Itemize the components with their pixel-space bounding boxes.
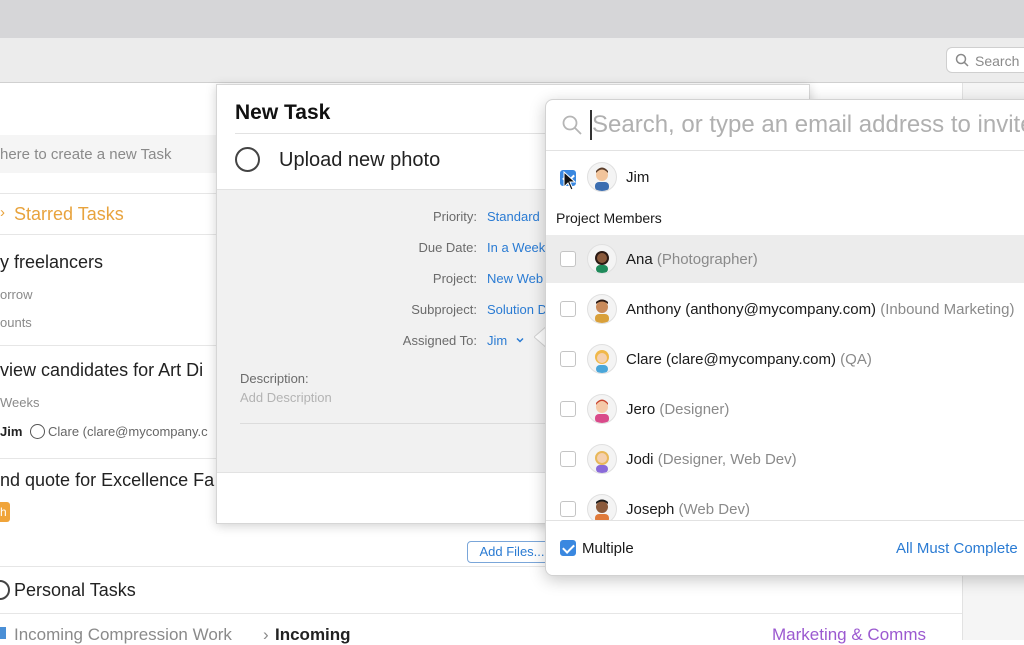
invite-search-input[interactable]: [592, 108, 1024, 142]
member-role: (Designer, Web Dev): [657, 451, 797, 468]
member-row-jodi[interactable]: Jodi (Designer, Web Dev): [546, 435, 1024, 483]
project-label: Project:: [432, 271, 477, 286]
priority-label: Priority:: [432, 209, 477, 224]
task-title: view candidates for Art Di: [0, 360, 204, 380]
subproject-value[interactable]: Solution D: [487, 302, 547, 317]
toolbar: [0, 38, 1024, 83]
member-role: (QA): [840, 351, 872, 368]
member-name: Jero: [626, 401, 656, 418]
project-tag[interactable]: Marketing & Comms: [772, 625, 926, 645]
due-date-label: Due Date:: [418, 240, 477, 255]
list-divider: [0, 458, 230, 459]
dialog-title: New Task: [235, 101, 331, 124]
starred-tasks-header[interactable]: › Starred Tasks: [0, 193, 230, 235]
search-placeholder: Search: [975, 53, 1020, 69]
member-checkbox[interactable]: [560, 251, 576, 267]
member-checkbox[interactable]: [560, 351, 576, 367]
member-role: (Inbound Marketing): [880, 301, 1015, 318]
all-must-complete-button[interactable]: All Must Complete: [896, 540, 1018, 557]
description-field[interactable]: Add Description: [240, 390, 332, 405]
mouse-cursor-icon: [563, 170, 577, 196]
task-assignee: Jim: [0, 424, 23, 439]
popover-search-bar: [546, 100, 1024, 151]
avatar: [587, 344, 617, 374]
breadcrumb[interactable]: Incoming Compression Work › Incoming Mar…: [0, 623, 962, 645]
multiple-checkbox[interactable]: [560, 540, 576, 556]
starred-chevron-icon: ›: [0, 204, 5, 221]
member-row-jero[interactable]: Jero (Designer): [546, 385, 1024, 433]
member-row-ana[interactable]: Ana (Photographer): [546, 235, 1024, 283]
circle-icon: [30, 424, 45, 439]
avatar: [587, 294, 617, 324]
member-row-clare[interactable]: Clare (clare@mycompany.com) (QA): [546, 335, 1024, 383]
breadcrumb-separator: ›: [263, 625, 269, 644]
list-divider: [0, 345, 230, 346]
task-coassignee: Clare (clare@mycompany.c: [48, 424, 208, 439]
member-row-anthony[interactable]: Anthony (anthony@mycompany.com) (Inbound…: [546, 285, 1024, 333]
task-complete-circle-icon[interactable]: [235, 147, 260, 172]
member-checkbox[interactable]: [560, 301, 576, 317]
list-item[interactable]: y freelancers orrow ounts: [0, 249, 230, 339]
priority-badge: h: [0, 502, 10, 522]
member-name: Jodi: [626, 451, 654, 468]
member-checkbox[interactable]: [560, 501, 576, 517]
project-value[interactable]: New Web: [487, 271, 543, 286]
search-icon: [561, 114, 583, 141]
task-due: Weeks: [0, 395, 40, 410]
breadcrumb-current: Incoming: [275, 625, 351, 644]
member-role: (Designer): [659, 401, 730, 418]
avatar: [587, 162, 617, 192]
list-item[interactable]: view candidates for Art Di Weeks Jim Cla…: [0, 357, 230, 452]
circle-icon: [0, 580, 10, 600]
list-item[interactable]: nd quote for Excellence Fa h: [0, 467, 230, 527]
selected-assignee-row[interactable]: Jim: [546, 155, 1024, 200]
popover-footer: Multiple All Must Complete: [546, 520, 1024, 575]
assigned-to-value[interactable]: Jim: [487, 333, 507, 348]
avatar: [587, 444, 617, 474]
assignee-name: Jim: [626, 169, 650, 186]
avatar: [587, 394, 617, 424]
member-name: Joseph: [626, 501, 675, 518]
personal-tasks-label: Personal Tasks: [14, 580, 136, 600]
member-name: Ana: [626, 251, 653, 268]
description-label: Description:: [240, 371, 309, 386]
member-role: (Web Dev): [678, 501, 750, 518]
avatar: [587, 244, 617, 274]
task-due: orrow: [0, 287, 33, 302]
create-task-placeholder: here to create a new Task: [0, 146, 172, 163]
add-files-button[interactable]: Add Files...: [467, 541, 557, 563]
task-title: nd quote for Excellence Fa: [0, 470, 215, 490]
create-task-input[interactable]: here to create a new Task: [0, 135, 230, 173]
folder-icon: [0, 627, 6, 639]
title-divider: [235, 133, 555, 134]
assigned-to-label: Assigned To:: [402, 333, 477, 348]
member-name: Anthony (anthony@mycompany.com): [626, 301, 877, 318]
search-icon: [955, 53, 969, 70]
member-checkbox[interactable]: [560, 401, 576, 417]
multiple-label: Multiple: [582, 540, 634, 557]
window-title-bar: [0, 0, 1024, 39]
task-name-field[interactable]: Upload new photo: [279, 149, 440, 172]
starred-tasks-label: Starred Tasks: [14, 204, 124, 224]
task-title: y freelancers: [0, 252, 104, 272]
member-checkbox[interactable]: [560, 451, 576, 467]
member-name: Clare (clare@mycompany.com): [626, 351, 836, 368]
due-date-value[interactable]: In a Week: [487, 240, 545, 255]
subproject-label: Subproject:: [411, 302, 477, 317]
task-project: ounts: [0, 315, 32, 330]
description-divider: [240, 423, 550, 424]
toolbar-search-field[interactable]: Search: [946, 47, 1024, 73]
assignee-popover: Jim Project Members Ana (Photographer) A…: [545, 99, 1024, 576]
breadcrumb-parent: Incoming Compression Work: [14, 625, 232, 644]
section-header: Project Members: [556, 210, 662, 226]
member-role: (Photographer): [656, 251, 758, 268]
priority-value[interactable]: Standard: [487, 209, 540, 224]
chevron-down-icon[interactable]: [515, 332, 525, 350]
